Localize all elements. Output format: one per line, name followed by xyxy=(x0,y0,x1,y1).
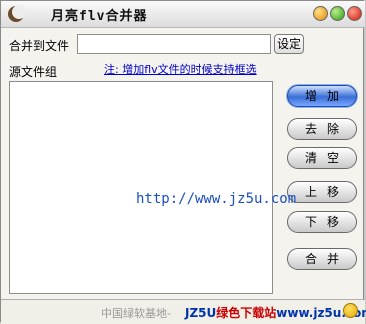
minimize-button[interactable] xyxy=(313,6,328,21)
source-file-list[interactable] xyxy=(9,81,273,294)
set-output-button[interactable]: 设定 xyxy=(274,34,304,54)
output-label: 合并到文件 xyxy=(9,39,70,53)
watermark-url: http://www.jz5u.com xyxy=(136,191,297,207)
main-window: 月亮flv合并器 合并到文件 设定 源文件组 注: 增加flv文件的时候支持框选… xyxy=(0,0,366,324)
merge-button[interactable]: 合并 xyxy=(287,248,357,270)
box-select-note[interactable]: 注: 增加flv文件的时候支持框选 xyxy=(104,61,257,77)
moon-icon xyxy=(8,5,25,22)
move-down-button[interactable]: 下移 xyxy=(287,211,357,233)
window-title: 月亮flv合并器 xyxy=(51,9,148,24)
site-banner: JZ5U绿色下载站www.jz5u.com xyxy=(185,304,366,321)
maximize-button[interactable] xyxy=(330,6,345,21)
output-file-input[interactable] xyxy=(77,34,271,54)
remove-button[interactable]: 去除 xyxy=(287,118,357,140)
banner-tagline: 绿色下载站 xyxy=(216,306,277,320)
move-up-button[interactable]: 上移 xyxy=(287,181,357,203)
add-button[interactable]: 增加 xyxy=(287,85,357,107)
close-button[interactable] xyxy=(347,6,362,21)
banner-brand: JZ5U xyxy=(185,306,217,320)
clear-button[interactable]: 清空 xyxy=(287,147,357,169)
source-label: 源文件组 xyxy=(9,65,58,79)
status-text: 中国绿软基地- xyxy=(101,307,171,320)
smiley-icon xyxy=(343,303,358,318)
title-bar[interactable]: 月亮flv合并器 xyxy=(1,1,365,28)
